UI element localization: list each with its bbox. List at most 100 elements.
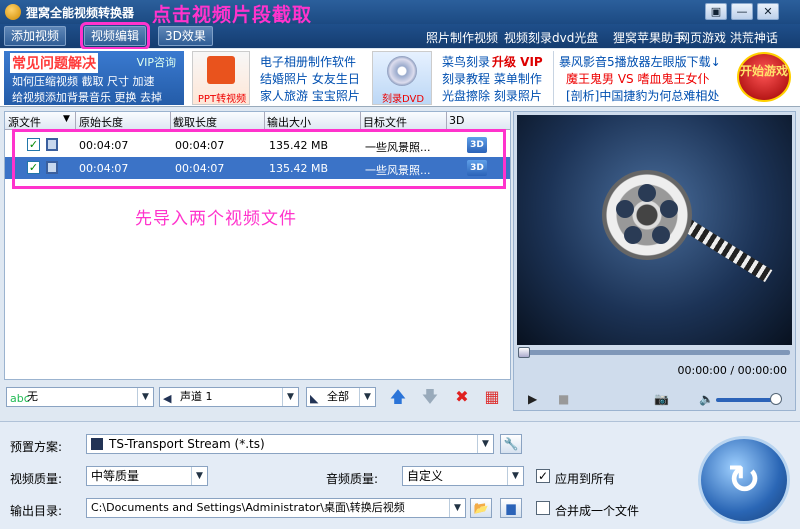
ad-disc-erase[interactable]: 光盘擦除 刻录照片 xyxy=(442,87,542,104)
faq-line-music[interactable]: 给视频添加背景音乐 更换 去掉 xyxy=(12,89,162,105)
move-down-icon[interactable]: 🡇 xyxy=(420,387,440,407)
disc-icon xyxy=(387,56,417,86)
dvd-caption: 刻录DVD xyxy=(381,94,425,105)
scope-icon: ◣ xyxy=(310,392,319,405)
convert-button[interactable]: ↻ xyxy=(698,436,790,524)
format-icon xyxy=(91,438,103,450)
ad-burn-tutorial[interactable]: 刻录教程 菜单制作 xyxy=(442,70,542,87)
preset-select[interactable]: TS-Transport Stream (*.ts) ▼ xyxy=(86,434,494,454)
audio-quality-value: 自定义 xyxy=(407,469,444,483)
wrench-icon[interactable]: 🔧 xyxy=(500,434,522,454)
ad-news-jaguar[interactable]: [剖析]中国捷豹为何总难相处 xyxy=(566,87,719,104)
preview-panel: 00:00:00 / 00:00:00 ▶ ■ 📷 🔈 xyxy=(513,111,796,411)
clear-list-icon[interactable]: ▦ xyxy=(482,387,502,407)
speaker-icon: ◀ xyxy=(163,392,172,405)
move-up-icon[interactable]: 🡅 xyxy=(388,387,408,407)
minimize-button[interactable]: — xyxy=(731,3,753,20)
ad-baofeng-download[interactable]: 暴风影音5播放器左眼版下载↓ xyxy=(559,53,721,70)
ad-wedding-photos[interactable]: 结婚照片 女友生日 xyxy=(260,70,360,87)
sort-arrow-icon[interactable]: ▼ xyxy=(63,114,70,124)
scope-value: 全部 xyxy=(327,390,349,403)
col-separator xyxy=(264,112,265,130)
scope-select[interactable]: ◣ 全部 ▼ xyxy=(306,387,376,407)
video-quality-value: 中等质量 xyxy=(91,469,140,483)
list-controls: abc 无 ▼ ◀ 声道 1 ▼ ◣ 全部 ▼ 🡅 🡇 ✖ ▦ xyxy=(4,385,511,411)
link-apple-helper[interactable]: 狸窝苹果助手 xyxy=(613,29,685,46)
ad-album-software[interactable]: 电子相册制作软件 xyxy=(260,53,356,70)
apply-all-checkbox[interactable]: ✓ xyxy=(536,469,550,483)
open-folder-icon[interactable]: ▆ xyxy=(500,498,522,518)
camera-icon[interactable]: 📷 xyxy=(654,392,669,406)
delete-icon[interactable]: ✖ xyxy=(452,387,472,407)
ad-upgrade-vip[interactable]: 升级 VIP xyxy=(492,53,543,70)
audio-track-value: 声道 1 xyxy=(180,390,213,403)
col-3d[interactable]: 3D xyxy=(449,114,464,127)
start-game-button[interactable]: 开始游戏 xyxy=(737,52,791,102)
ad-demon-game[interactable]: 魔王鬼男 VS 嗜血鬼王女仆 xyxy=(566,70,709,87)
annotation-click-edit: 点击视频片段截取 xyxy=(152,4,313,26)
output-dir-select[interactable]: C:\Documents and Settings\Administrator\… xyxy=(86,498,466,518)
stop-icon[interactable]: ■ xyxy=(558,392,569,406)
apply-all-label: 应用到所有 xyxy=(555,472,616,486)
col-source-file[interactable]: 源文件 xyxy=(8,114,41,130)
chevron-down-icon: ▼ xyxy=(191,467,207,485)
col-separator xyxy=(446,112,447,130)
preset-value: TS-Transport Stream (*.ts) xyxy=(109,437,265,451)
seek-bar[interactable] xyxy=(518,350,790,355)
ppt-caption: PPT转视频 xyxy=(197,94,247,105)
folder-icon[interactable]: 📂 xyxy=(470,498,492,518)
ppt-icon xyxy=(207,56,235,84)
ad-family-travel[interactable]: 家人旅游 宝宝照片 xyxy=(260,87,360,104)
ppt-ad-image[interactable]: PPT转视频 xyxy=(192,51,250,105)
col-original-length[interactable]: 原始长度 xyxy=(79,114,123,130)
settings-panel: 预置方案: TS-Transport Stream (*.ts) ▼ 🔧 视频质… xyxy=(0,421,800,529)
title-bar: 狸窝全能视频转换器 ▣ — ✕ xyxy=(0,0,800,24)
volume-handle[interactable] xyxy=(770,393,782,405)
col-separator xyxy=(360,112,361,130)
seek-handle[interactable] xyxy=(518,347,530,358)
annotation-highlight-box xyxy=(12,129,506,189)
chevron-down-icon: ▼ xyxy=(359,388,375,406)
video-quality-label: 视频质量: xyxy=(10,472,63,486)
audio-track-select[interactable]: ◀ 声道 1 ▼ xyxy=(159,387,299,407)
faq-box: 常见问题解决 VIP咨询 如何压缩视频 截取 尺寸 加速 给视频添加背景音乐 更… xyxy=(4,51,184,105)
link-web-game[interactable]: 网页游戏 洪荒神话 xyxy=(678,29,778,46)
audio-quality-select[interactable]: 自定义 ▼ xyxy=(402,466,524,486)
col-separator xyxy=(170,112,171,130)
col-target-file[interactable]: 目标文件 xyxy=(363,114,407,130)
chevron-down-icon: ▼ xyxy=(449,499,465,517)
annotation-import-files: 先导入两个视频文件 xyxy=(135,209,297,229)
ad-newbie-burn[interactable]: 菜鸟刻录 xyxy=(442,53,490,70)
video-preview xyxy=(517,115,792,345)
link-photo-video[interactable]: 照片制作视频 xyxy=(426,29,498,46)
col-separator xyxy=(75,112,76,130)
film-reel-icon xyxy=(602,170,692,260)
subtitle-select[interactable]: abc 无 ▼ xyxy=(6,387,154,407)
output-dir-label: 输出目录: xyxy=(10,504,63,518)
menu-button[interactable]: ▣ xyxy=(705,3,727,20)
vip-consult-link[interactable]: VIP咨询 xyxy=(137,54,176,70)
volume-icon[interactable]: 🔈 xyxy=(699,392,714,406)
faq-line-compress[interactable]: 如何压缩视频 截取 尺寸 加速 xyxy=(12,73,155,89)
link-dvd-burn[interactable]: 视频刻录dvd光盘 xyxy=(504,29,598,46)
play-icon[interactable]: ▶ xyxy=(528,392,537,406)
dvd-ad-image[interactable]: 刻录DVD xyxy=(372,51,432,105)
chevron-down-icon: ▼ xyxy=(477,435,493,453)
subtitle-icon: abc xyxy=(10,392,30,405)
video-quality-select[interactable]: 中等质量 ▼ xyxy=(86,466,208,486)
window-title: 狸窝全能视频转换器 xyxy=(26,6,135,20)
merge-checkbox[interactable] xyxy=(536,501,550,515)
output-dir-value: C:\Documents and Settings\Administrator\… xyxy=(91,501,405,514)
col-output-size[interactable]: 输出大小 xyxy=(267,114,311,130)
col-clip-length[interactable]: 截取长度 xyxy=(173,114,217,130)
preset-label: 预置方案: xyxy=(10,440,63,454)
app-logo-icon xyxy=(5,4,21,20)
chevron-down-icon: ▼ xyxy=(137,388,153,406)
add-video-button[interactable]: 添加视频 xyxy=(4,26,67,46)
effect-3d-button[interactable]: 3D效果 xyxy=(158,26,213,46)
chevron-down-icon: ▼ xyxy=(507,467,523,485)
edit-video-button[interactable]: 视频编辑 xyxy=(79,22,151,50)
ad-strip: 常见问题解决 VIP咨询 如何压缩视频 截取 尺寸 加速 给视频添加背景音乐 更… xyxy=(0,49,800,107)
merge-label: 合并成一个文件 xyxy=(555,504,640,518)
close-button[interactable]: ✕ xyxy=(757,3,779,20)
